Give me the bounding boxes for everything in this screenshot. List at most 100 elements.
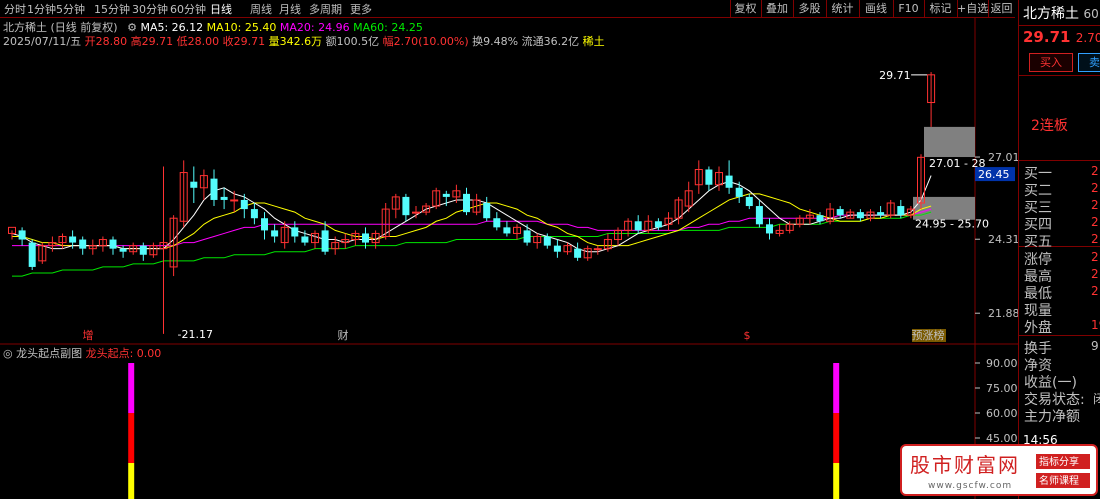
bid-value-0: 2	[1091, 164, 1099, 178]
bid-label-4: 买五	[1024, 234, 1052, 250]
toolbar-button-7[interactable]: +自选	[957, 0, 988, 17]
low-label: 低28.00	[176, 35, 220, 48]
candle-body-down	[735, 187, 743, 197]
stat-value-1: 2	[1091, 267, 1099, 281]
period-tab-4[interactable]: 30分钟	[132, 1, 168, 17]
stat-value-4: 199	[1091, 318, 1100, 332]
period-tab-8[interactable]: 月线	[279, 1, 301, 17]
candle-body-down	[463, 193, 470, 213]
period-tab-2[interactable]: 5分钟	[56, 1, 85, 17]
collapse-icon[interactable]: ◎	[3, 347, 13, 360]
svg-text:www.gscfw.com: www.gscfw.com	[928, 481, 1012, 491]
period-toolbar: 分时 1分钟 5分钟 15分钟 30分钟 60分钟 日线 周线 月线 多周期 更多 复权 叠加 多股 统计画…	[0, 0, 1015, 18]
indicator-axis-label: 60.00	[986, 407, 1018, 420]
candle-body-down	[523, 230, 531, 243]
sell-button[interactable]: 卖出	[1078, 53, 1100, 72]
toolbar-button-6[interactable]: 标记	[924, 0, 957, 17]
indicator-bar-top	[833, 363, 840, 413]
stat-value-0: 2	[1091, 250, 1099, 264]
period-tab-7[interactable]: 周线	[250, 1, 272, 17]
candle-body-down	[836, 209, 844, 216]
candle-body-down	[301, 236, 309, 243]
buy-button[interactable]: 买入	[1029, 53, 1073, 72]
svg-text:股市财富网: 股市财富网	[910, 453, 1020, 477]
ma60-line	[12, 211, 932, 277]
quote-panel: 北方稀土 60 29.71 2.70 买入 卖出 2连板 14:56 买一2买二…	[1018, 0, 1100, 499]
candle-body-down	[654, 221, 662, 228]
candle-body-down	[79, 239, 87, 249]
candle-body-down	[745, 196, 753, 207]
candle-body-down	[725, 175, 733, 188]
lower-value-3: 闭	[1093, 390, 1100, 407]
candle-body-down	[250, 209, 258, 219]
toolbar-button-4[interactable]: 画线	[859, 0, 893, 17]
change-label: 幅2.70(10.00%)	[382, 35, 469, 48]
indicator-bar-mid	[833, 413, 840, 463]
stock-code: 60	[1083, 7, 1099, 21]
svg-text:名师课程: 名师课程	[1039, 474, 1079, 487]
ma10-line	[12, 193, 932, 250]
candle-body-down	[705, 169, 713, 185]
indicator-bar-low	[833, 463, 840, 499]
period-tab-9[interactable]: 多周期	[309, 1, 342, 17]
candle-body-down	[28, 242, 36, 267]
lower-label-4: 主力净额	[1024, 409, 1080, 425]
toolbar-button-0[interactable]: 复权	[730, 0, 761, 17]
price-axis-label: 24.31	[988, 233, 1018, 246]
toolbar-button-8[interactable]: 返回	[988, 0, 1015, 17]
candle-body-down	[362, 233, 369, 243]
period-tab-0[interactable]: 分时	[4, 1, 26, 17]
candle-body-down	[634, 221, 642, 231]
toolbar-button-2[interactable]: 多股	[793, 0, 826, 17]
amount-label: 额100.5亿	[325, 35, 380, 48]
toolbar-button-1[interactable]: 叠加	[761, 0, 793, 17]
close-label: 收29.71	[222, 35, 266, 48]
sector-tag[interactable]: 稀土	[583, 35, 605, 48]
toolbar-button-3[interactable]: 统计	[826, 0, 859, 17]
gap-upper-label: 27.01 - 28	[929, 157, 985, 170]
candle-body-down	[291, 227, 299, 237]
indicator-title: 龙头起点副图	[16, 347, 83, 360]
bid-value-2: 2	[1091, 198, 1099, 212]
period-tab-6[interactable]: 日线	[210, 1, 232, 17]
toolbar-button-5[interactable]: F10	[893, 0, 924, 17]
candle-body-down	[483, 203, 491, 219]
indicator-axis-label: 75.00	[986, 382, 1018, 395]
bid-value-3: 2	[1091, 215, 1099, 229]
candle-body-down	[897, 206, 905, 216]
candle-body-down	[543, 236, 551, 246]
candle-body-down	[574, 248, 582, 258]
candle-body-down	[856, 212, 864, 219]
candle-body-up	[230, 199, 239, 202]
kline-chart[interactable]: 27.0124.3121.8890.0075.0060.0045.0026.45…	[0, 18, 1018, 499]
lower-value-0: 9	[1091, 339, 1099, 353]
event-marker: 增	[83, 328, 94, 342]
last-price: 29.71	[1023, 28, 1071, 46]
gap-lower-label: 24.95 - 25.70	[915, 218, 989, 231]
float-label: 流通36.2亿	[521, 35, 580, 48]
turnover-label: 换9.48%	[472, 35, 519, 48]
candle-body-down	[240, 199, 248, 210]
candle-body-down	[220, 196, 228, 200]
bid-value-1: 2	[1091, 181, 1099, 195]
candle-body-down	[69, 236, 77, 243]
candle-body-down	[18, 230, 26, 240]
candle-body-down	[503, 227, 511, 234]
candle-body-down	[190, 181, 198, 188]
watermark-logo: 股市财富网 www.gscfw.com 指标分享 名师课程	[900, 444, 1098, 496]
period-tab-5[interactable]: 60分钟	[170, 1, 206, 17]
period-tab-3[interactable]: 15分钟	[94, 1, 130, 17]
period-tab-10[interactable]: 更多	[350, 1, 372, 17]
indicator-bar-top	[128, 363, 135, 413]
candle-body-down	[402, 196, 410, 216]
candle-body-down	[493, 218, 501, 228]
period-tab-1[interactable]: 1分钟	[27, 1, 56, 17]
svg-text:指标分享: 指标分享	[1039, 455, 1079, 468]
event-marker: 财	[338, 328, 349, 342]
gap-box-upper	[924, 126, 975, 158]
candle-body-up	[593, 248, 602, 251]
candle-body-down	[816, 215, 824, 222]
high-annotation: 29.71	[879, 69, 911, 82]
price-change: 2.70	[1075, 31, 1100, 45]
low-annotation: -21.17	[178, 328, 213, 341]
